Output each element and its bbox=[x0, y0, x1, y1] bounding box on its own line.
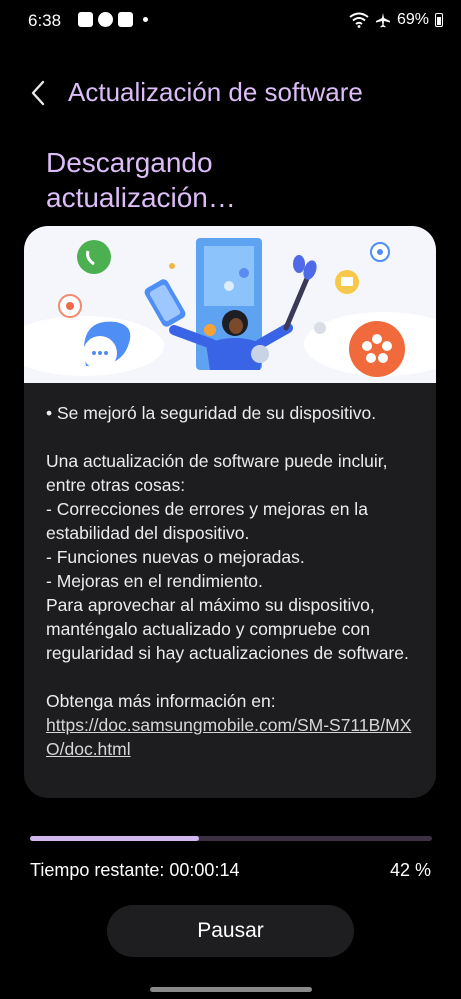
progress-percent: 42 % bbox=[389, 860, 431, 880]
status-bar: 6:38 69% bbox=[0, 0, 461, 44]
time-remaining: Tiempo restante: 00:00:14 bbox=[30, 860, 240, 880]
more-info-link[interactable]: https://doc.samsungmobile.com/SM-S711B/M… bbox=[46, 715, 411, 759]
more-notifications-dot-icon bbox=[143, 17, 148, 22]
download-status-heading: Descargando actualización… bbox=[46, 147, 236, 213]
whatsapp-icon bbox=[98, 12, 113, 27]
update-info-card: • Se mejoró la seguridad de su dispositi… bbox=[24, 226, 436, 798]
update-notes: • Se mejoró la seguridad de su dispositi… bbox=[46, 401, 422, 761]
status-time: 6:38 bbox=[28, 11, 62, 30]
pause-button[interactable]: Pausar bbox=[107, 905, 354, 957]
youtube-icon bbox=[118, 12, 133, 27]
page-title: Actualización de software bbox=[68, 77, 363, 107]
more-info-label: Obtenga más información en: bbox=[46, 691, 276, 711]
gesture-navigation-bar[interactable] bbox=[150, 987, 312, 992]
update-description: Una actualización de software puede incl… bbox=[46, 451, 409, 663]
update-illustration bbox=[24, 226, 436, 383]
wifi-icon bbox=[349, 12, 369, 28]
download-progress-fill bbox=[30, 836, 199, 841]
battery-percent: 69% bbox=[396, 11, 429, 28]
chevron-left-icon bbox=[31, 80, 45, 106]
back-button[interactable] bbox=[24, 76, 56, 110]
status-notification-icons bbox=[78, 12, 148, 27]
security-bullet: • Se mejoró la seguridad de su dispositi… bbox=[46, 403, 377, 423]
status-right: 69% bbox=[349, 11, 443, 29]
notification-icon bbox=[78, 12, 93, 27]
download-progress-bar bbox=[30, 836, 432, 841]
airplane-icon bbox=[375, 13, 390, 28]
battery-icon bbox=[435, 13, 443, 27]
